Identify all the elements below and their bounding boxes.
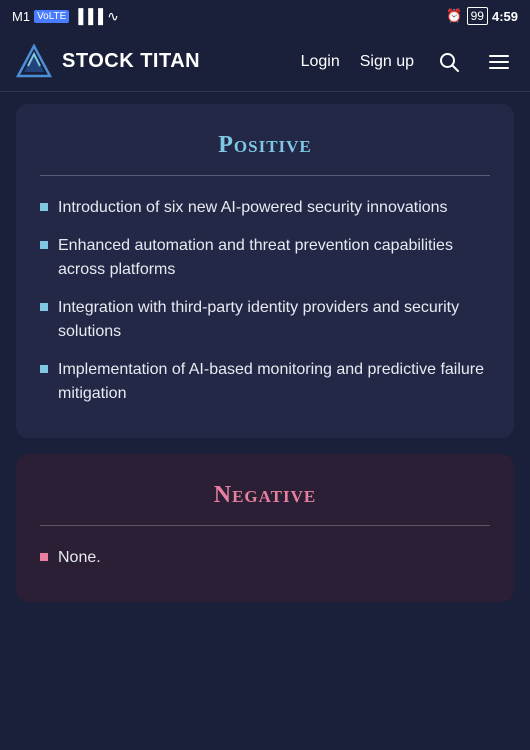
positive-card: Positive Introduction of six new AI-powe… xyxy=(16,104,514,438)
content-area: Positive Introduction of six new AI-powe… xyxy=(0,92,530,630)
positive-divider xyxy=(40,175,490,176)
battery-indicator: 99 xyxy=(467,7,488,25)
volte-badge: VoLTE xyxy=(34,10,69,23)
menu-button[interactable] xyxy=(484,47,514,77)
logo-icon xyxy=(16,44,52,80)
positive-title: Positive xyxy=(40,132,490,159)
negative-bullet-list: None. xyxy=(40,546,490,570)
list-item: Introduction of six new AI-powered secur… xyxy=(40,196,490,220)
status-bar: M1 VoLTE ▐▐▐ ∿ ⏰ 99 4:59 xyxy=(0,0,530,32)
brand-name: STOCK TITAN xyxy=(62,50,200,73)
positive-bullet-list: Introduction of six new AI-powered secur… xyxy=(40,196,490,406)
bullet-text: Introduction of six new AI-powered secur… xyxy=(58,196,448,220)
negative-card: Negative None. xyxy=(16,454,514,602)
brand: STOCK TITAN xyxy=(16,44,301,80)
status-right: ⏰ 99 4:59 xyxy=(446,7,518,25)
bullet-text: Enhanced automation and threat preventio… xyxy=(58,234,490,282)
bullet-icon xyxy=(40,241,48,249)
negative-title: Negative xyxy=(40,482,490,509)
bullet-icon xyxy=(40,365,48,373)
bullet-icon xyxy=(40,553,48,561)
signup-link[interactable]: Sign up xyxy=(360,53,414,71)
list-item: None. xyxy=(40,546,490,570)
bullet-text: Integration with third-party identity pr… xyxy=(58,296,490,344)
alarm-icon: ⏰ xyxy=(446,8,462,24)
search-button[interactable] xyxy=(434,47,464,77)
bullet-icon xyxy=(40,303,48,311)
signal-icon: ▐▐▐ xyxy=(73,8,103,24)
carrier-label: M1 xyxy=(12,9,30,24)
list-item: Enhanced automation and threat preventio… xyxy=(40,234,490,282)
navbar-links: Login Sign up xyxy=(301,47,514,77)
bullet-icon xyxy=(40,203,48,211)
search-icon xyxy=(438,51,460,73)
bullet-text: Implementation of AI-based monitoring an… xyxy=(58,358,490,406)
navbar: STOCK TITAN Login Sign up xyxy=(0,32,530,92)
login-link[interactable]: Login xyxy=(301,53,340,71)
time-label: 4:59 xyxy=(492,9,518,24)
list-item: Implementation of AI-based monitoring an… xyxy=(40,358,490,406)
hamburger-icon xyxy=(488,51,510,73)
status-left: M1 VoLTE ▐▐▐ ∿ xyxy=(12,8,119,25)
bullet-text: None. xyxy=(58,546,101,570)
negative-divider xyxy=(40,525,490,526)
wifi-icon: ∿ xyxy=(107,8,119,25)
list-item: Integration with third-party identity pr… xyxy=(40,296,490,344)
